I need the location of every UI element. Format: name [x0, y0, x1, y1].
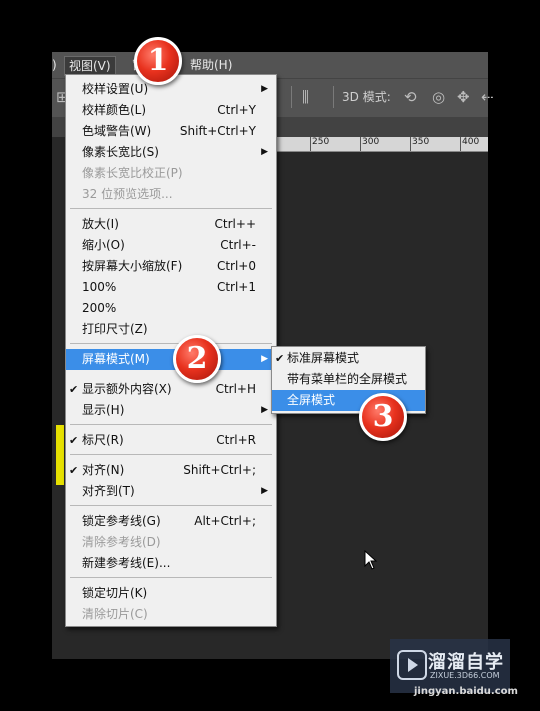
ruler-tick — [360, 137, 361, 151]
menu-item-clear-guides: 清除参考线(D) — [82, 535, 161, 549]
menu-item-rulers[interactable]: ✔ 标尺(R) Ctrl+R — [66, 430, 276, 451]
panel-edge — [56, 425, 64, 485]
menu-item-lock-guides[interactable]: 锁定参考线(G) Alt+Ctrl+; — [66, 511, 276, 532]
view-menu: 校样设置(U) ▶ 校样颜色(L) Ctrl+Y 色域警告(W) Shift+Ctrl… — [65, 74, 277, 627]
menu-item-print-size[interactable]: 打印尺寸(Z) — [66, 319, 276, 340]
submenu-arrow-icon: ▶ — [261, 486, 268, 496]
menu-item-pixel-aspect-correction: 像素长宽比校正(P) — [82, 166, 183, 180]
menu-item-zoom-out[interactable]: 缩小(O) Ctrl+- — [66, 235, 276, 256]
options-separator — [333, 86, 334, 108]
menu-item-gamut-warning[interactable]: 色域警告(W) Shift+Ctrl+Y — [66, 121, 276, 142]
menu-item-show[interactable]: 显示(H) ▶ — [66, 400, 276, 421]
3d-roll-icon[interactable]: ◎ — [432, 88, 445, 106]
submenu-arrow-icon: ▶ — [261, 84, 268, 94]
menu-item-new-guide[interactable]: 新建参考线(E)... — [66, 553, 276, 574]
3d-mode-label: 3D 模式: — [342, 90, 391, 104]
submenu-item-standard-screen[interactable]: ✔ 标准屏幕模式 — [272, 348, 425, 369]
menu-item-200-percent[interactable]: 200% — [66, 298, 276, 319]
menu-separator — [70, 343, 272, 344]
menu-item-zoom-in[interactable]: 放大(I) Ctrl++ — [66, 214, 276, 235]
menu-separator — [70, 454, 272, 455]
3d-pan-icon[interactable]: ✥ — [457, 88, 470, 106]
menu-separator — [70, 505, 272, 506]
menu-item-32bit-preview: 32 位预览选项... — [82, 187, 173, 201]
ruler-label: 250 — [312, 137, 330, 147]
menu-help[interactable]: 帮助(H) — [186, 56, 236, 74]
menu-item-clear-slices: 清除切片(C) — [82, 607, 148, 621]
submenu-arrow-icon: ▶ — [261, 147, 268, 157]
ruler-tick — [410, 137, 411, 151]
checkmark-icon: ✔ — [69, 383, 79, 396]
ruler-label: 350 — [412, 137, 430, 147]
checkmark-icon: ✔ — [69, 464, 79, 477]
menu-item-fit-screen[interactable]: 按屏幕大小缩放(F) Ctrl+0 — [66, 256, 276, 277]
options-separator — [291, 86, 292, 108]
menu-separator — [70, 424, 272, 425]
menu-separator — [70, 577, 272, 578]
menu-item-lock-slices[interactable]: 锁定切片(K) — [66, 583, 276, 604]
menu-partial-item[interactable]: ) — [48, 56, 61, 74]
ruler-tick — [310, 137, 311, 151]
menu-item-pixel-aspect[interactable]: 像素长宽比(S) ▶ — [66, 142, 276, 163]
3d-rotate-icon[interactable]: ⟲ — [404, 88, 417, 106]
submenu-arrow-icon: ▶ — [261, 354, 268, 364]
step-badge-1: 1 — [134, 37, 182, 85]
menu-item-snap-to[interactable]: 对齐到(T) ▶ — [66, 481, 276, 502]
ruler-label: 400 — [462, 137, 480, 147]
checkmark-icon: ✔ — [275, 352, 285, 365]
menu-item-proof-colors[interactable]: 校样颜色(L) Ctrl+Y — [66, 100, 276, 121]
menu-item-screen-mode[interactable]: 屏幕模式(M) ▶ — [66, 349, 276, 370]
3d-slide-icon[interactable]: ⇠ — [481, 88, 494, 106]
step-badge-2: 2 — [173, 335, 221, 383]
menu-item-100-percent[interactable]: 100% Ctrl+1 — [66, 277, 276, 298]
menu-item-show-extras[interactable]: ✔ 显示额外内容(X) Ctrl+H — [66, 379, 276, 400]
menu-item-proof-setup[interactable]: 校样设置(U) ▶ — [66, 79, 276, 100]
step-badge-3: 3 — [359, 393, 407, 441]
submenu-arrow-icon: ▶ — [261, 405, 268, 415]
menu-item-snap[interactable]: ✔ 对齐(N) Shift+Ctrl+; — [66, 460, 276, 481]
checkmark-icon: ✔ — [69, 434, 79, 447]
mouse-cursor-icon — [364, 550, 378, 570]
watermark-url: ZIXUE.3D66.COM — [430, 671, 500, 680]
submenu-item-fullscreen-menubar[interactable]: 带有菜单栏的全屏模式 — [272, 369, 425, 390]
watermark-source: jingyan.baidu.com — [414, 686, 518, 697]
ruler-label: 300 — [362, 137, 380, 147]
play-logo-icon — [397, 650, 427, 680]
ruler-tick — [460, 137, 461, 151]
menu-view[interactable]: 视图(V) — [64, 56, 116, 76]
menu-separator — [70, 208, 272, 209]
horizontal-ruler[interactable]: 250 300 350 400 — [270, 137, 488, 152]
distribute-icon[interactable]: ⫼ — [302, 88, 309, 106]
